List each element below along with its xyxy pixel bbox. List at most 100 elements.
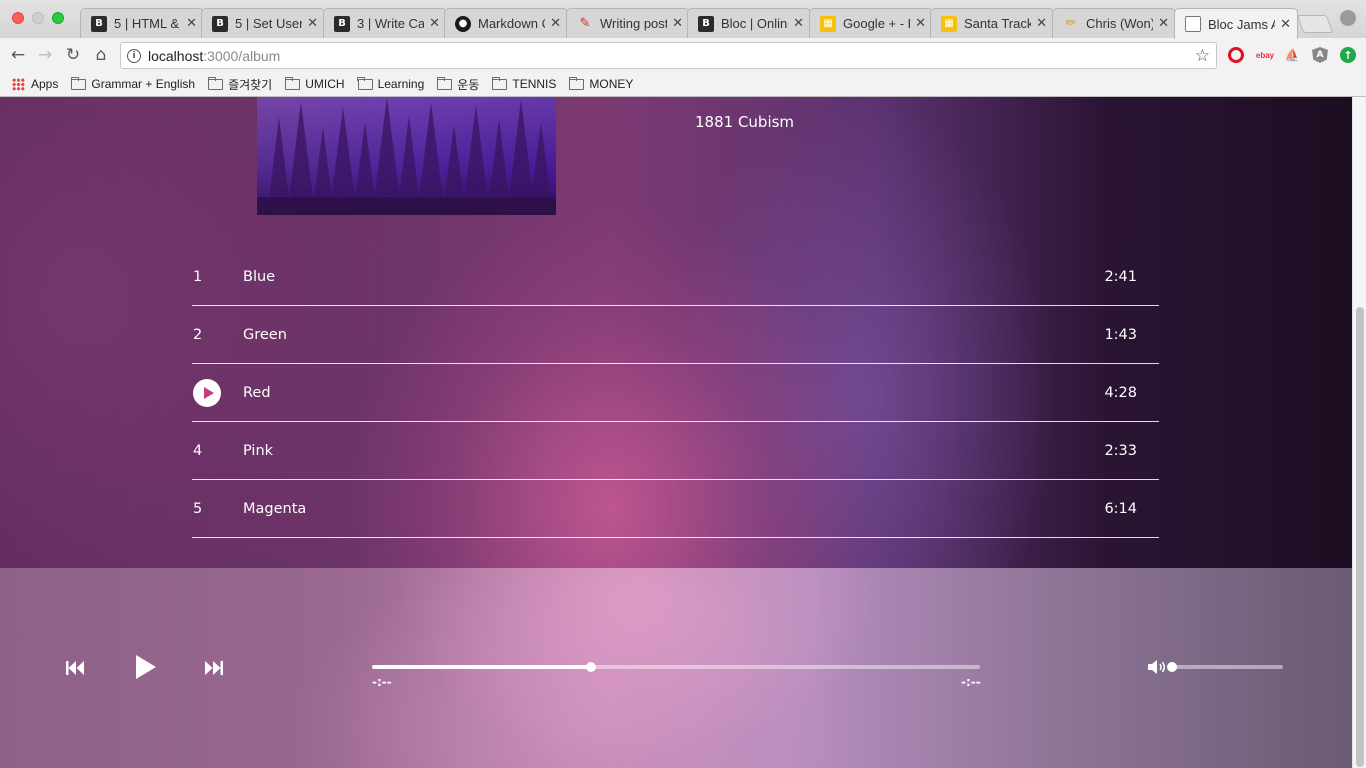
song-title: Green <box>243 326 287 343</box>
apps-grid-icon <box>12 77 25 91</box>
folder-icon <box>284 76 301 90</box>
tab-title: Google + - Bloc <box>843 16 910 31</box>
song-title: Red <box>243 384 271 401</box>
play-icon[interactable] <box>136 655 156 683</box>
window-minimize-button[interactable] <box>32 12 44 24</box>
boat-extension-icon[interactable]: ⛵ <box>1284 47 1300 63</box>
sheets-icon: ▦ <box>941 15 957 32</box>
folder-icon <box>436 76 453 90</box>
browser-tab[interactable]: ▦ Santa Tracker ✕ <box>930 8 1054 38</box>
volume-icon[interactable] <box>1148 659 1168 679</box>
info-icon[interactable]: i <box>127 48 141 63</box>
tab-title: Bloc | Online Courses <box>721 16 788 31</box>
folder-icon <box>357 76 373 90</box>
page-scrollbar[interactable] <box>1352 97 1366 768</box>
browser-toolbar: ← → ↻ ⌂ i localhost:3000/album ☆ ebay ⛵ … <box>0 38 1366 72</box>
tab-title: Markdown Cheatsheet <box>478 16 545 31</box>
tab-close-icon[interactable]: ✕ <box>915 16 926 31</box>
folder-icon <box>569 76 585 90</box>
ebay-extension-icon[interactable]: ebay <box>1254 47 1276 63</box>
song-duration: 1:43 <box>1104 326 1137 343</box>
angular-extension-icon[interactable]: A <box>1312 47 1328 63</box>
bookmark-label: Learning <box>377 77 425 91</box>
bookmark-label: Grammar + English <box>91 77 196 91</box>
browser-tab[interactable]: ✏ Chris (Won) ✕ <box>1052 8 1176 38</box>
bloc-icon: B <box>334 15 350 32</box>
tab-close-icon[interactable]: ✕ <box>429 16 440 31</box>
song-row-playing[interactable]: Red 4:28 <box>192 364 1159 422</box>
volume-bar[interactable] <box>1167 662 1283 672</box>
browser-tab[interactable]: ● Markdown Cheatsheet ✕ <box>444 8 568 38</box>
next-track-icon[interactable] <box>205 660 223 679</box>
tab-title: Santa Tracker <box>964 16 1032 31</box>
opera-extension-icon[interactable] <box>1228 47 1244 63</box>
seek-bar[interactable] <box>372 662 980 672</box>
folder-icon <box>492 76 508 90</box>
profile-icon[interactable] <box>1340 10 1356 26</box>
bookmark-folder[interactable]: 운동 <box>436 76 479 93</box>
ebay-extension-label: ebay <box>1255 50 1275 60</box>
bookmark-folder[interactable]: 즐겨찾기 <box>207 76 272 93</box>
seek-bar-thumb[interactable] <box>585 662 596 672</box>
song-list: 1 Blue 2:41 2 Green 1:43 Red 4:28 4 Pink… <box>192 248 1159 538</box>
tab-close-icon[interactable]: ✕ <box>186 16 197 31</box>
bloc-icon: B <box>91 15 107 32</box>
pencil-icon: ✏ <box>1065 16 1077 31</box>
reload-icon[interactable]: ↻ <box>61 43 85 67</box>
song-number[interactable]: 1 <box>192 269 243 285</box>
song-duration: 4:28 <box>1104 384 1137 401</box>
song-duration: 6:14 <box>1104 500 1137 517</box>
previous-track-icon[interactable] <box>66 660 84 679</box>
player-bar: -:-- -:-- <box>0 568 1352 768</box>
browser-tab[interactable]: B 5 | HTML & CSS ✕ <box>80 8 204 38</box>
back-arrow-icon[interactable]: ← <box>6 43 30 67</box>
upload-extension-icon[interactable]: ↑ <box>1340 47 1356 63</box>
tab-close-icon[interactable]: ✕ <box>1280 17 1291 32</box>
song-row[interactable]: 4 Pink 2:33 <box>192 422 1159 480</box>
tab-close-icon[interactable]: ✕ <box>307 16 318 31</box>
browser-tab-active[interactable]: Bloc Jams Album ✕ <box>1174 8 1298 39</box>
song-number[interactable]: 2 <box>192 327 243 343</box>
song-row[interactable]: 5 Magenta 6:14 <box>192 480 1159 538</box>
tab-close-icon[interactable]: ✕ <box>550 16 561 31</box>
bookmark-star-icon[interactable]: ☆ <box>1195 46 1210 66</box>
browser-tab[interactable]: ▦ Google + - Bloc ✕ <box>809 8 933 38</box>
scrollbar-thumb[interactable] <box>1356 307 1364 767</box>
address-bar[interactable]: i localhost:3000/album ☆ <box>120 42 1217 69</box>
home-icon[interactable]: ⌂ <box>89 43 113 67</box>
url-host: localhost <box>148 47 204 64</box>
window-maximize-button[interactable] <box>52 12 64 24</box>
tab-title: 3 | Write Case Study <box>357 16 425 31</box>
new-tab-button[interactable] <box>1296 15 1334 33</box>
tab-title: 5 | Set User Stories <box>235 16 303 31</box>
song-row[interactable]: 1 Blue 2:41 <box>192 248 1159 306</box>
play-circle-icon[interactable] <box>193 378 221 407</box>
song-number[interactable]: 4 <box>192 443 243 459</box>
browser-tab[interactable]: ✎ Writing posts ✕ <box>566 8 690 38</box>
total-time: -:-- <box>961 675 981 689</box>
forward-arrow-icon[interactable]: → <box>33 43 57 67</box>
bookmark-folder[interactable]: Grammar + English <box>71 76 196 91</box>
bookmark-folder[interactable]: MONEY <box>569 76 633 91</box>
tab-close-icon[interactable]: ✕ <box>1036 16 1047 31</box>
browser-tab[interactable]: B 3 | Write Case Study ✕ <box>323 8 447 38</box>
song-duration: 2:33 <box>1104 442 1137 459</box>
bookmark-folder[interactable]: TENNIS <box>492 76 557 91</box>
tab-close-icon[interactable]: ✕ <box>672 16 683 31</box>
song-play-button[interactable] <box>192 378 243 407</box>
pen-icon: ✎ <box>579 16 591 31</box>
browser-tab[interactable]: B 5 | Set User Stories ✕ <box>201 8 325 38</box>
bookmark-folder[interactable]: UMICH <box>284 76 345 91</box>
bookmark-label: TENNIS <box>512 77 557 91</box>
song-duration: 2:41 <box>1104 268 1137 285</box>
song-number[interactable]: 5 <box>192 501 243 517</box>
tab-close-icon[interactable]: ✕ <box>793 16 804 31</box>
bookmark-apps[interactable]: Apps <box>12 77 58 91</box>
window-close-button[interactable] <box>12 12 24 24</box>
tab-close-icon[interactable]: ✕ <box>1158 16 1169 31</box>
song-row[interactable]: 2 Green 1:43 <box>192 306 1159 364</box>
volume-bar-thumb[interactable] <box>1167 662 1177 672</box>
bookmark-folder[interactable]: Learning <box>357 76 425 91</box>
tab-title: Writing posts <box>600 16 668 31</box>
browser-tab[interactable]: B Bloc | Online Courses ✕ <box>687 8 811 38</box>
